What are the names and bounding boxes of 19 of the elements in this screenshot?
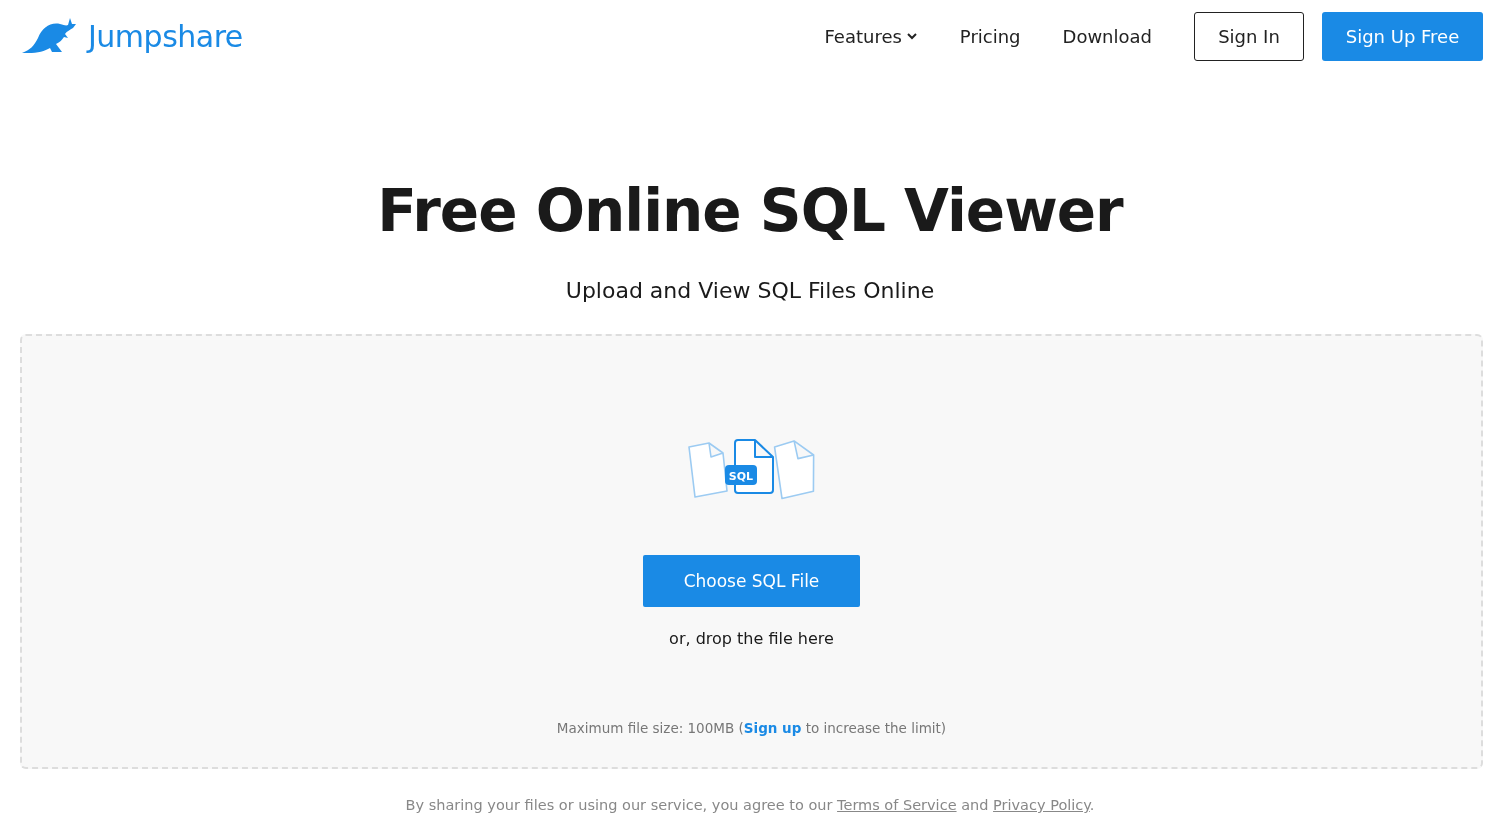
logo-text: Jumpshare bbox=[88, 18, 243, 54]
privacy-link[interactable]: Privacy Policy bbox=[993, 797, 1090, 813]
sign-in-button[interactable]: Sign In bbox=[1194, 11, 1304, 61]
terms-link[interactable]: Terms of Service bbox=[837, 797, 957, 813]
sign-up-button[interactable]: Sign Up Free bbox=[1322, 11, 1483, 61]
choose-file-button[interactable]: Choose SQL File bbox=[643, 555, 860, 607]
terms-notice: By sharing your files or using our service, you agree to our Terms of Service and Privacy Policy. bbox=[404, 797, 1096, 813]
nav-link[interactable]: Pricing bbox=[959, 25, 1021, 47]
nav-link[interactable]: Features bbox=[824, 25, 918, 47]
files-drawing: SQL bbox=[686, 439, 817, 501]
drop-zone[interactable]: SQL Choose SQL File or, drop the file here Maximum file size: 100MB (Sign up to increase the limit) bbox=[20, 334, 1483, 769]
page-title: Free Online SQL Viewer bbox=[376, 176, 1125, 246]
chevron-down-icon bbox=[905, 32, 918, 40]
sign-up-link[interactable]: Sign up bbox=[743, 720, 802, 736]
file-size-note: Maximum file size: 100MB (Sign up to increase the limit) bbox=[556, 720, 947, 736]
logo[interactable]: Jumpshare bbox=[20, 16, 243, 56]
page-subtitle: Upload and View SQL Files Online bbox=[564, 277, 936, 305]
nav-link[interactable]: Download bbox=[1062, 25, 1152, 47]
drop-hint: or, drop the file here bbox=[669, 629, 834, 648]
